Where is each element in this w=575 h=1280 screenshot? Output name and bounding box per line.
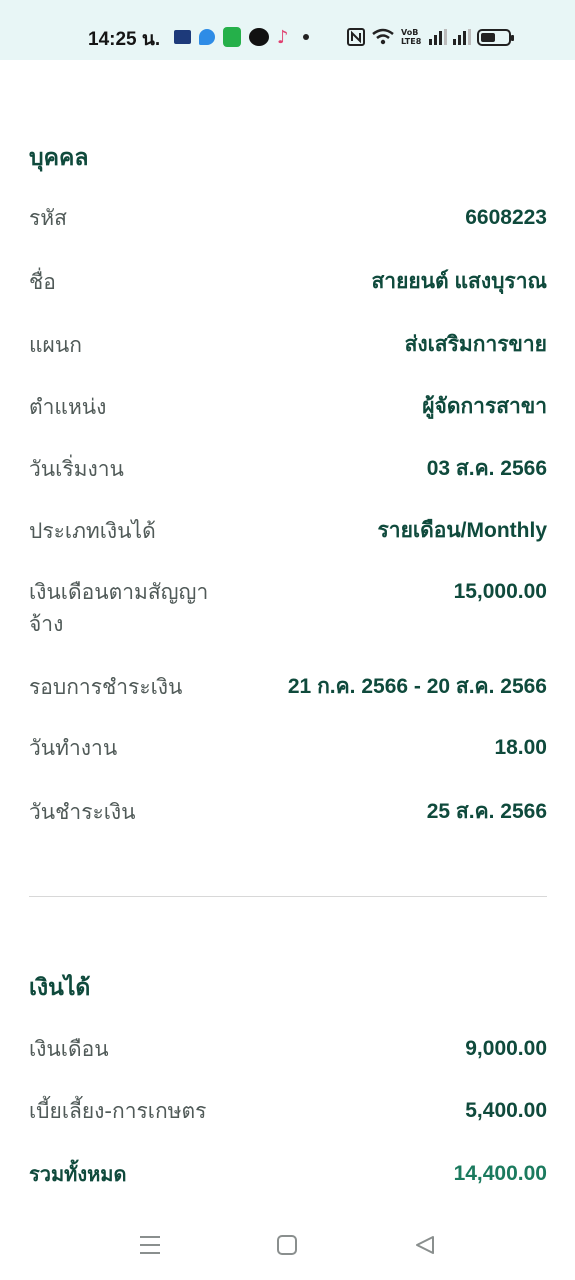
row-value: 25 ส.ค. 2566 <box>426 800 547 823</box>
row-label: ชื่อ <box>29 270 56 294</box>
volte-icon: VoB LTE8 <box>401 28 422 46</box>
status-bar: 14:25 น. ♪ VoB LTE8 <box>0 0 575 60</box>
info-row-position: ตำแหน่ง ผู้จัดการสาขา <box>29 391 547 423</box>
blue-app-icon <box>199 29 215 45</box>
income-total-row: รวมทั้งหมด 14,400.00 <box>29 1158 547 1190</box>
back-triangle-icon <box>416 1236 434 1254</box>
row-value: 18.00 <box>494 736 547 759</box>
battery-icon <box>477 28 514 46</box>
row-label: รอบการชำระเงิน <box>29 675 183 699</box>
row-label: ประเภทเงินได้ <box>29 519 156 543</box>
nfc-icon <box>347 28 365 46</box>
info-row-start-date: วันเริ่มงาน 03 ส.ค. 2566 <box>29 453 547 485</box>
row-value: 9,000.00 <box>465 1037 547 1060</box>
signal-icon <box>453 29 471 45</box>
home-button[interactable] <box>274 1232 300 1258</box>
info-row-pay-date: วันชำระเงิน 25 ส.ค. 2566 <box>29 796 547 828</box>
system-nav-bar <box>0 1210 575 1280</box>
news-app-icon <box>174 30 191 44</box>
row-label: วันเริ่มงาน <box>29 457 124 481</box>
info-row-contract-salary: เงินเดือนตามสัญญาจ้าง 15,000.00 <box>29 576 547 640</box>
row-value: 15,000.00 <box>453 580 547 603</box>
row-label: เบี้ยเลี้ยง-การเกษตร <box>29 1099 207 1123</box>
person-section-title: บุคคล <box>29 145 89 171</box>
income-row-allowance: เบี้ยเลี้ยง-การเกษตร 5,400.00 <box>29 1095 547 1127</box>
status-time: 14:25 น. <box>88 29 161 50</box>
signal-icon <box>429 29 447 45</box>
income-section-title: เงินได้ <box>29 975 91 1001</box>
wifi-icon <box>372 28 394 45</box>
notification-icons: ♪ <box>174 26 309 48</box>
row-value: ส่งเสริมการขาย <box>404 333 547 356</box>
line-app-icon <box>249 28 269 46</box>
tiktok-icon: ♪ <box>277 26 289 48</box>
recent-apps-button[interactable] <box>137 1232 163 1258</box>
row-label: แผนก <box>29 333 82 357</box>
info-row-code: รหัส 6608223 <box>29 202 547 234</box>
notification-dot-icon <box>302 34 309 40</box>
info-row-department: แผนก ส่งเสริมการขาย <box>29 329 547 361</box>
row-value: 21 ก.ค. 2566 - 20 ส.ค. 2566 <box>287 675 547 698</box>
row-label: วันทำงาน <box>29 736 118 760</box>
row-label: เงินเดือน <box>29 1037 109 1061</box>
info-row-work-days: วันทำงาน 18.00 <box>29 732 547 764</box>
section-divider <box>29 896 547 897</box>
info-row-name: ชื่อ สายยนต์ แสงบุราณ <box>29 266 547 298</box>
row-value: 03 ส.ค. 2566 <box>426 457 547 480</box>
row-value: 6608223 <box>465 206 547 229</box>
info-row-payment-period: รอบการชำระเงิน 21 ก.ค. 2566 - 20 ส.ค. 25… <box>29 671 547 703</box>
row-label: วันชำระเงิน <box>29 800 136 824</box>
row-value: ผู้จัดการสาขา <box>422 395 547 418</box>
total-label: รวมทั้งหมด <box>29 1162 127 1186</box>
row-label: รหัส <box>29 206 67 230</box>
row-value: รายเดือน/Monthly <box>377 519 547 542</box>
system-icons: VoB LTE8 <box>347 26 514 48</box>
row-value: สายยนต์ แสงบุราณ <box>371 270 547 293</box>
row-label: ตำแหน่ง <box>29 395 107 419</box>
row-value: 5,400.00 <box>465 1099 547 1122</box>
back-button[interactable] <box>412 1232 438 1258</box>
square-icon <box>277 1235 297 1255</box>
row-label: เงินเดือนตามสัญญาจ้าง <box>29 580 209 636</box>
total-value: 14,400.00 <box>453 1162 547 1185</box>
info-row-income-type: ประเภทเงินได้ รายเดือน/Monthly <box>29 515 547 547</box>
menu-icon <box>140 1236 160 1254</box>
green-app-icon <box>223 27 241 47</box>
income-row-salary: เงินเดือน 9,000.00 <box>29 1033 547 1065</box>
